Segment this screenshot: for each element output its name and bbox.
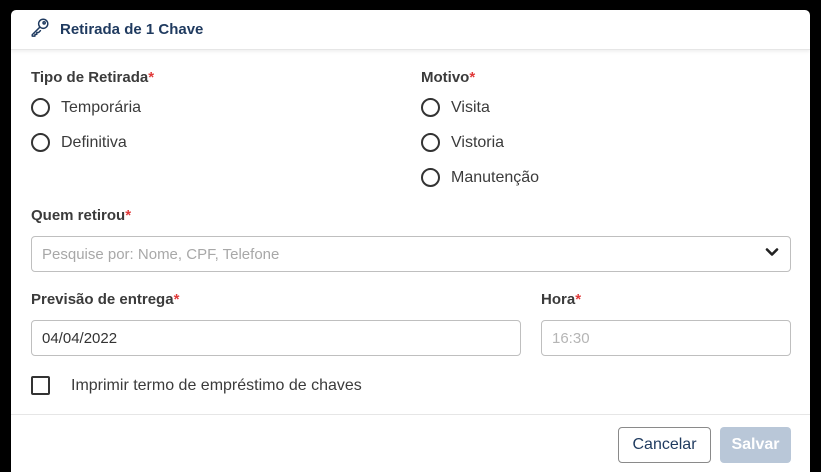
hora-input[interactable] <box>541 320 791 356</box>
radio-label-definitiva: Definitiva <box>61 133 127 151</box>
motivo-label-text: Motivo <box>421 69 470 86</box>
radio-temporaria[interactable]: Temporária <box>31 98 141 117</box>
imprimir-termo-checkbox[interactable] <box>31 376 50 395</box>
hora-label: Hora* <box>541 291 581 308</box>
quem-retirou-select[interactable] <box>31 236 791 272</box>
radio-manutencao[interactable]: Manutenção <box>421 168 539 187</box>
radio-label-temporaria: Temporária <box>61 98 142 116</box>
radio-button[interactable] <box>421 98 440 117</box>
radio-vistoria[interactable]: Vistoria <box>421 133 504 152</box>
quem-retirou-search-input[interactable] <box>42 245 722 263</box>
required-mark: * <box>148 69 155 86</box>
dialog-footer: Cancelar Salvar <box>11 414 810 472</box>
save-button[interactable]: Salvar <box>720 427 791 463</box>
radio-label-visita: Visita <box>451 98 490 116</box>
chevron-down-icon[interactable] <box>764 244 780 265</box>
dialog-header: Retirada de 1 Chave <box>11 10 810 50</box>
radio-label-vistoria: Vistoria <box>451 133 505 151</box>
imprimir-termo-row[interactable]: Imprimir termo de empréstimo de chaves <box>31 376 362 395</box>
key-icon <box>29 16 51 43</box>
radio-button[interactable] <box>31 98 50 117</box>
quem-retirou-label-text: Quem retirou <box>31 207 126 224</box>
required-mark: * <box>125 207 132 224</box>
cancel-button[interactable]: Cancelar <box>618 427 711 463</box>
imprimir-termo-label: Imprimir termo de empréstimo de chaves <box>71 376 362 394</box>
tipo-retirada-label-text: Tipo de Retirada <box>31 69 149 86</box>
radio-button[interactable] <box>31 133 50 152</box>
withdraw-key-dialog: Retirada de 1 Chave Tipo de Retirada* Te… <box>11 10 810 472</box>
radio-button[interactable] <box>421 168 440 187</box>
radio-label-manutencao: Manutenção <box>451 168 540 186</box>
radio-button[interactable] <box>421 133 440 152</box>
previsao-label-text: Previsão de entrega <box>31 291 174 308</box>
tipo-retirada-label: Tipo de Retirada* <box>31 69 154 86</box>
radio-visita[interactable]: Visita <box>421 98 490 117</box>
hora-label-text: Hora <box>541 291 576 308</box>
previsao-entrega-input[interactable] <box>31 320 521 356</box>
radio-definitiva[interactable]: Definitiva <box>31 133 127 152</box>
motivo-label: Motivo* <box>421 69 475 86</box>
required-mark: * <box>469 69 476 86</box>
dialog-title: Retirada de 1 Chave <box>60 21 204 38</box>
required-mark: * <box>575 291 582 308</box>
quem-retirou-label: Quem retirou* <box>31 207 131 224</box>
required-mark: * <box>173 291 180 308</box>
previsao-label: Previsão de entrega* <box>31 291 179 308</box>
